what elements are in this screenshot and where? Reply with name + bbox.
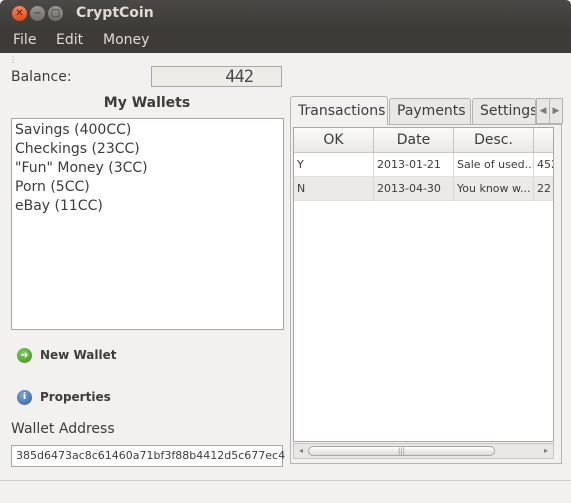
- cell-ok: Y: [294, 153, 374, 177]
- tab-payments[interactable]: Payments: [389, 98, 471, 124]
- table-row[interactable]: Y 2013-01-21 Sale of used... 452: [294, 153, 553, 177]
- title-bar: ✕ − □ CryptCoin: [0, 0, 571, 28]
- scroll-right-icon[interactable]: ▸: [540, 445, 552, 457]
- wallet-item[interactable]: eBay (11CC): [15, 197, 280, 216]
- wallets-title: My Wallets: [103, 95, 191, 111]
- chevron-left-icon[interactable]: ◀: [536, 98, 550, 124]
- balance-display: 442: [151, 66, 282, 87]
- chevron-right-icon[interactable]: ▶: [549, 98, 563, 124]
- cell-desc: Sale of used...: [454, 153, 534, 177]
- horizontal-scrollbar[interactable]: ◂ ||| ▸: [293, 443, 554, 459]
- status-bar: [0, 480, 571, 503]
- window-title: CryptCoin: [76, 5, 154, 21]
- balance-label: Balance:: [11, 69, 72, 85]
- menu-money[interactable]: Money: [103, 32, 149, 48]
- maximize-icon[interactable]: □: [48, 6, 63, 21]
- column-header-desc[interactable]: Desc.: [454, 128, 534, 153]
- scrollbar-thumb[interactable]: |||: [308, 446, 495, 456]
- column-header-ok[interactable]: OK: [294, 128, 374, 153]
- add-circle-icon: ➜: [17, 347, 32, 363]
- wallet-item[interactable]: Checkings (23CC): [15, 140, 280, 159]
- tab-bar: Transactions Payments Settings ◀ ▶: [290, 96, 563, 125]
- new-wallet-label: New Wallet: [40, 348, 117, 362]
- wallet-address-field[interactable]: 385d6473ac8c61460a71bf3f88b4412d5c677ec4: [11, 445, 285, 467]
- properties-button[interactable]: i Properties: [17, 388, 111, 406]
- transactions-table[interactable]: OK Date Desc. Y 2013-01-21 Sale of used.…: [293, 127, 554, 442]
- tab-transactions[interactable]: Transactions: [290, 96, 388, 125]
- wallet-item[interactable]: Porn (5CC): [15, 178, 280, 197]
- new-wallet-button[interactable]: ➜ New Wallet: [17, 346, 116, 364]
- tab-settings[interactable]: Settings: [472, 98, 536, 124]
- cell-desc: You know w...: [454, 177, 534, 201]
- minimize-icon[interactable]: −: [30, 6, 45, 21]
- info-circle-icon: i: [17, 389, 32, 405]
- column-header-amount[interactable]: [534, 128, 553, 153]
- wallet-item[interactable]: "Fun" Money (3CC): [15, 159, 280, 178]
- wallet-address-label: Wallet Address: [11, 421, 115, 437]
- cell-date: 2013-04-30: [374, 177, 454, 201]
- wallet-list[interactable]: Savings (400CC) Checkings (23CC) "Fun" M…: [11, 118, 284, 330]
- cell-amount: 22: [534, 177, 553, 201]
- scroll-left-icon[interactable]: ◂: [295, 445, 307, 457]
- cell-amount: 452: [534, 153, 553, 177]
- close-icon[interactable]: ✕: [12, 6, 27, 21]
- cell-ok: N: [294, 177, 374, 201]
- wallet-item[interactable]: Savings (400CC): [15, 121, 280, 140]
- properties-label: Properties: [40, 390, 111, 404]
- menu-edit[interactable]: Edit: [56, 32, 83, 48]
- menu-bar: File Edit Money: [0, 28, 571, 53]
- menu-file[interactable]: File: [13, 32, 36, 48]
- table-row[interactable]: N 2013-04-30 You know w... 22: [294, 177, 553, 201]
- column-header-date[interactable]: Date: [374, 128, 454, 153]
- cell-date: 2013-01-21: [374, 153, 454, 177]
- toolbar-grip[interactable]: ⋮: [9, 55, 18, 64]
